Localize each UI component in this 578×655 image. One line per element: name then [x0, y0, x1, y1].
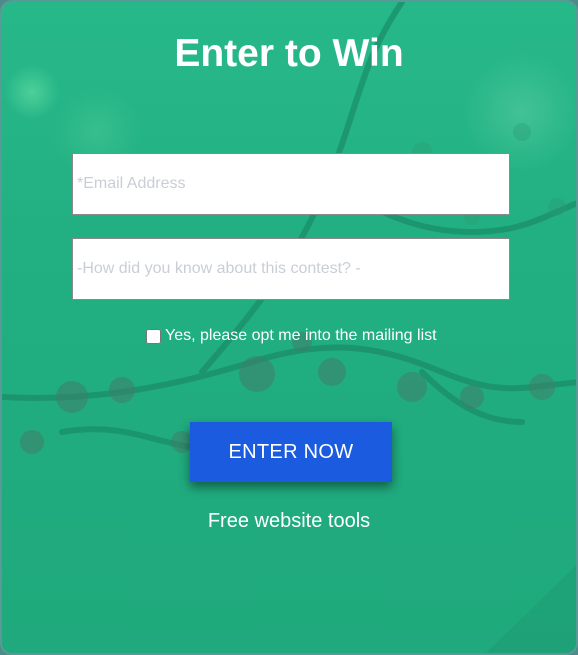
free-website-tools-link[interactable]: Free website tools [2, 510, 576, 533]
page-title: Enter to Win [174, 32, 404, 75]
contest-card: Enter to Win Yes, please opt me into the… [0, 0, 578, 655]
mailing-list-checkbox[interactable] [146, 328, 161, 344]
mailing-list-label: Yes, please opt me into the mailing list [165, 327, 437, 344]
contest-source-field[interactable] [72, 238, 510, 300]
mailing-list-optin[interactable]: Yes, please opt me into the mailing list [146, 327, 437, 345]
email-field[interactable] [72, 153, 510, 215]
enter-now-button[interactable]: ENTER NOW [190, 422, 392, 482]
